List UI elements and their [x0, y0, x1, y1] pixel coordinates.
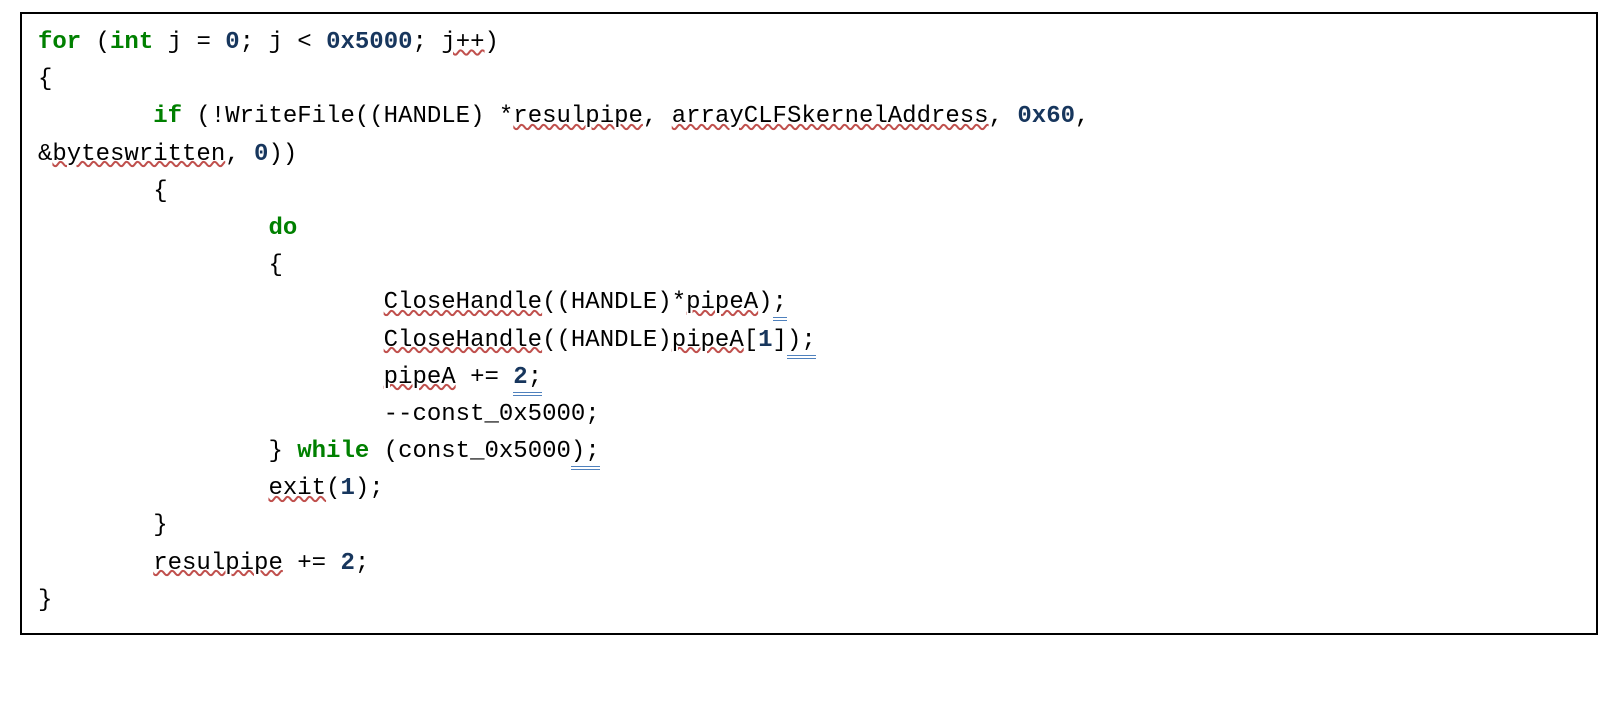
- token-exit: exit: [268, 475, 326, 502]
- line-9: CloseHandle((HANDLE)pipeA[1]);: [38, 327, 816, 359]
- line-4: &byteswritten, 0)): [38, 141, 297, 168]
- line-13: exit(1);: [38, 475, 384, 502]
- token-pipeA: pipeA: [384, 364, 456, 391]
- literal-0: 0: [225, 29, 239, 56]
- line-11: --const_0x5000;: [38, 401, 600, 428]
- token-resulpipe: resulpipe: [153, 550, 283, 577]
- literal-2: 2: [513, 364, 527, 391]
- line-10: pipeA += 2;: [38, 364, 542, 396]
- literal-0x60: 0x60: [1017, 103, 1075, 130]
- line-5: {: [38, 178, 168, 205]
- token-arrayCLFSkernelAddress: arrayCLFSkernelAddress: [672, 103, 989, 130]
- token-resulpipe: resulpipe: [513, 103, 643, 130]
- keyword-while: while: [297, 438, 369, 465]
- token-semicolon: ;: [585, 438, 599, 470]
- code-block: for (int j = 0; j < 0x5000; j++) { if (!…: [20, 12, 1598, 635]
- line-2: {: [38, 66, 52, 93]
- literal-1: 1: [340, 475, 354, 502]
- token-pipeA: pipeA: [686, 289, 758, 316]
- token-jpp: j++: [441, 29, 484, 56]
- literal-1: 1: [758, 327, 772, 354]
- line-16: }: [38, 587, 52, 614]
- token-semicolon: ;: [773, 289, 787, 321]
- line-12: } while (const_0x5000);: [38, 438, 600, 470]
- literal-0x5000: 0x5000: [326, 29, 412, 56]
- literal-0b: 0: [254, 141, 268, 168]
- line-3: if (!WriteFile((HANDLE) *resulpipe, arra…: [38, 103, 1089, 130]
- line-15: resulpipe += 2;: [38, 550, 369, 577]
- token-closehandle: CloseHandle: [384, 289, 542, 316]
- line-7: {: [38, 252, 283, 279]
- keyword-int: int: [110, 29, 153, 56]
- line-8: CloseHandle((HANDLE)*pipeA);: [38, 289, 787, 321]
- line-6: do: [38, 215, 297, 242]
- literal-2: 2: [340, 550, 354, 577]
- token-closehandle: CloseHandle: [384, 327, 542, 354]
- keyword-if: if: [153, 103, 182, 130]
- line-14: }: [38, 512, 168, 539]
- keyword-do: do: [268, 215, 297, 242]
- line-1: for (int j = 0; j < 0x5000; j++): [38, 29, 499, 56]
- token-semicolon: ;: [801, 327, 815, 359]
- keyword-for: for: [38, 29, 81, 56]
- token-pipeA: pipeA: [672, 327, 744, 354]
- token-byteswritten: byteswritten: [52, 141, 225, 168]
